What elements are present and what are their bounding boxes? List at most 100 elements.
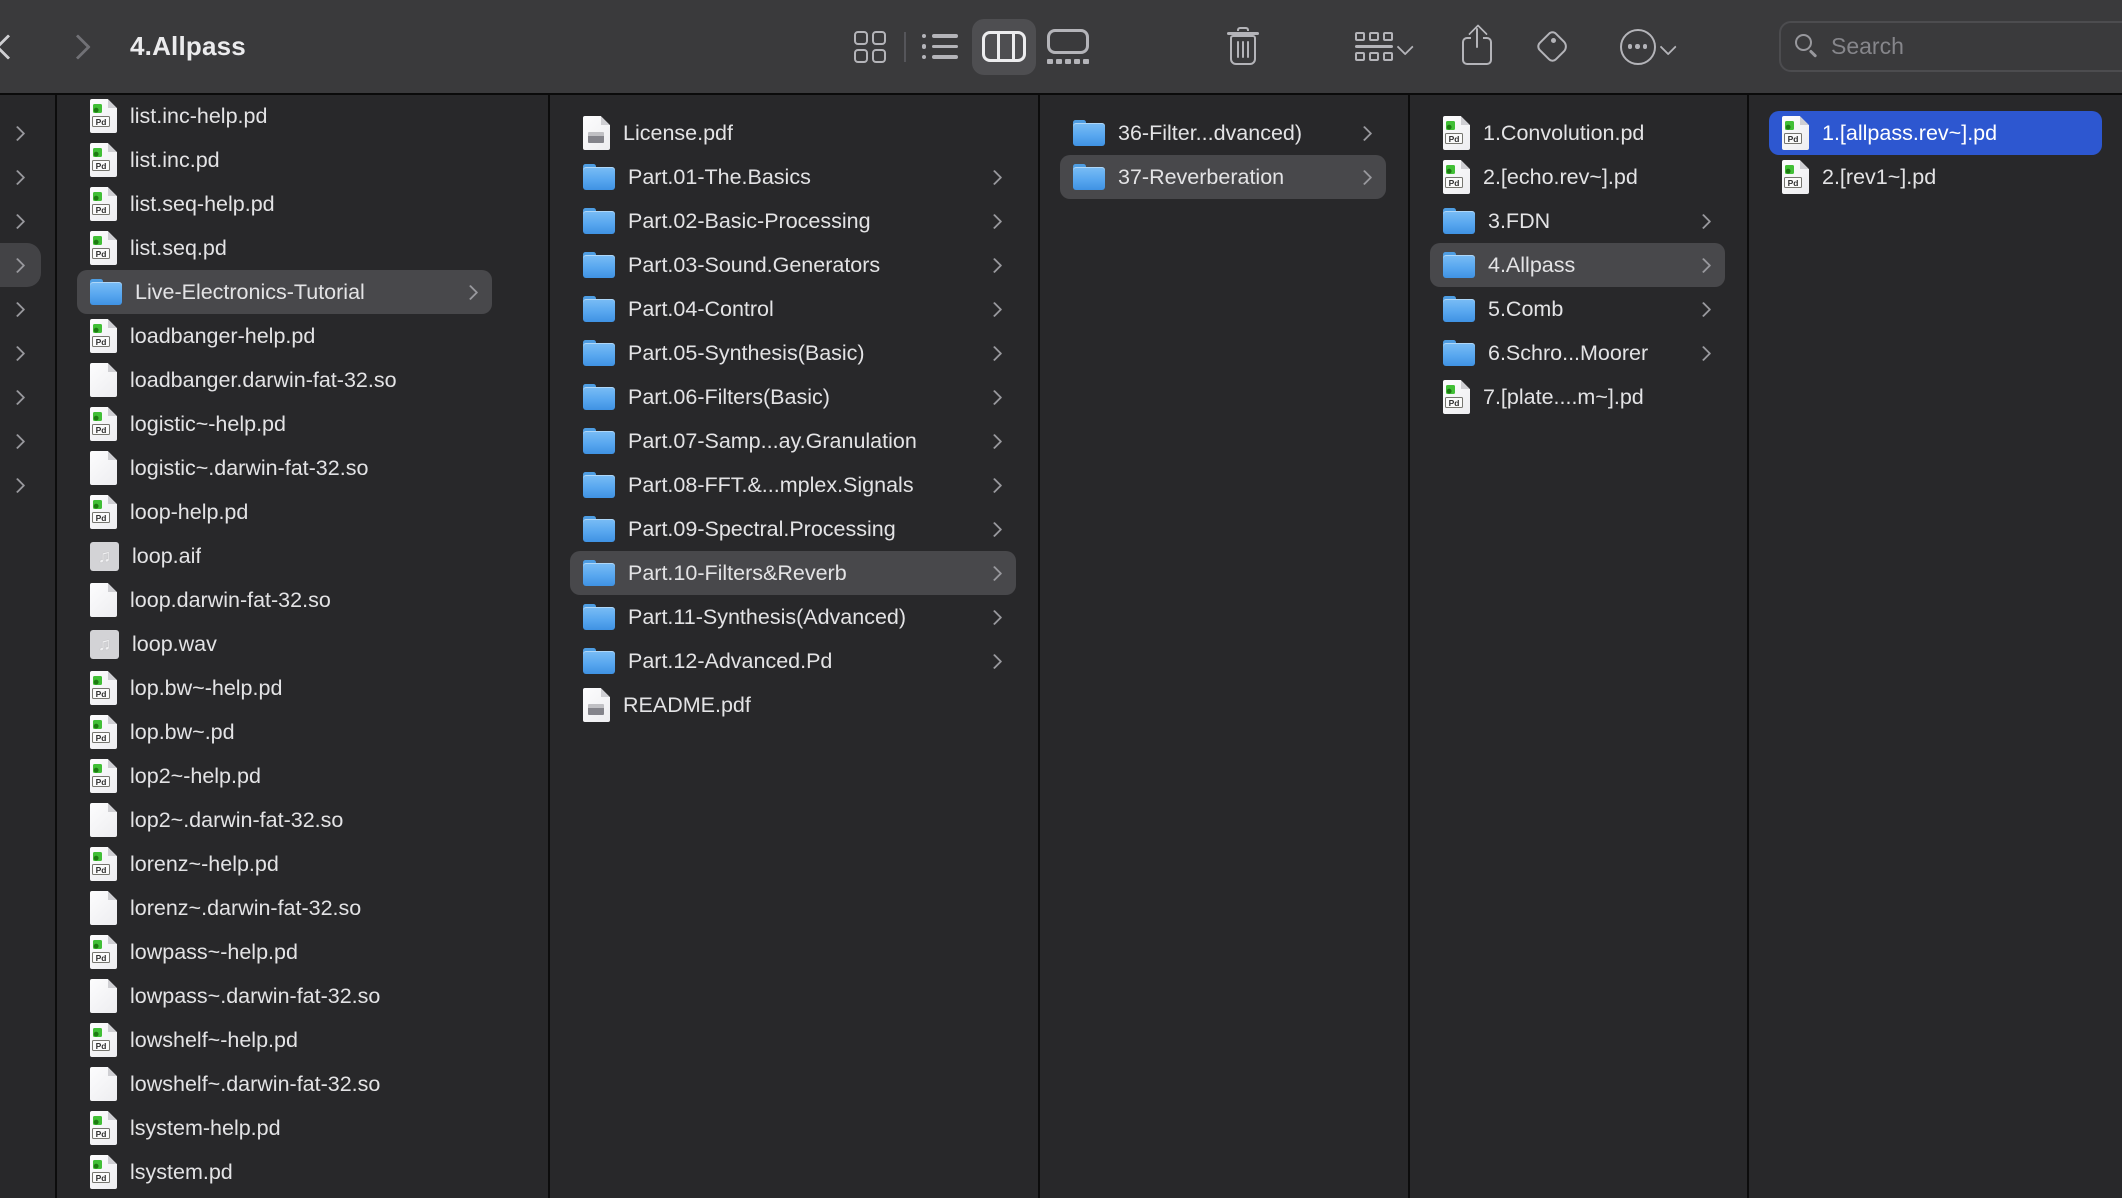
folder-icon: [583, 340, 615, 367]
parent-row[interactable]: [0, 331, 41, 375]
item-name: lop.bw~.pd: [130, 720, 235, 745]
file-row[interactable]: lowshelf~.darwin-fat-32.so: [77, 1062, 492, 1106]
folder-row[interactable]: 5.Comb: [1430, 287, 1725, 331]
folder-row[interactable]: 36-Filter...dvanced): [1060, 111, 1386, 155]
file-row[interactable]: Pdloop-help.pd: [77, 490, 492, 534]
folder-row[interactable]: 4.Allpass: [1430, 243, 1725, 287]
folder-icon: [1443, 340, 1475, 367]
file-row[interactable]: ♫loop.aif: [77, 534, 492, 578]
folder-row[interactable]: 37-Reverberation: [1060, 155, 1386, 199]
icon-view-button[interactable]: [838, 19, 902, 75]
file-row[interactable]: loop.darwin-fat-32.so: [77, 578, 492, 622]
chevron-right-icon: [10, 477, 26, 493]
file-row[interactable]: Pdlop.bw~.pd: [77, 710, 492, 754]
search-field[interactable]: [1779, 21, 2122, 72]
column-resize-divider[interactable]: [1747, 95, 1749, 1198]
delete-button[interactable]: [1214, 0, 1272, 93]
parent-row[interactable]: [0, 155, 41, 199]
item-name: lowpass~-help.pd: [130, 940, 298, 965]
folder-row[interactable]: Part.11-Synthesis(Advanced): [570, 595, 1016, 639]
file-row[interactable]: License.pdf: [570, 111, 1016, 155]
folder-icon: [1073, 120, 1105, 147]
gallery-view-button[interactable]: [1036, 19, 1100, 75]
chevron-right-icon: [1696, 345, 1712, 361]
item-name: loop-help.pd: [130, 500, 248, 525]
forward-button[interactable]: [56, 0, 100, 93]
item-name: loop.wav: [132, 632, 217, 657]
file-row[interactable]: Pdlsystem.pd: [77, 1150, 492, 1194]
file-row[interactable]: lop2~.darwin-fat-32.so: [77, 798, 492, 842]
column-view-button[interactable]: [972, 19, 1036, 75]
file-row[interactable]: Pd2.[rev1~].pd: [1769, 155, 2102, 199]
parent-row[interactable]: [0, 243, 41, 287]
folder-row[interactable]: Part.01-The.Basics: [570, 155, 1016, 199]
folder-row[interactable]: Part.02-Basic-Processing: [570, 199, 1016, 243]
file-row[interactable]: Pdlorenz~-help.pd: [77, 842, 492, 886]
item-name: lop.bw~-help.pd: [130, 676, 282, 701]
parent-row[interactable]: [0, 375, 41, 419]
group-button[interactable]: [1334, 0, 1434, 93]
chevron-right-icon: [987, 433, 1003, 449]
file-row[interactable]: Pdlogistic~-help.pd: [77, 402, 492, 446]
grid-view-icon: [854, 31, 886, 63]
file-row[interactable]: Pdlop2~-help.pd: [77, 754, 492, 798]
chevron-right-icon: [463, 284, 479, 300]
folder-row[interactable]: Part.05-Synthesis(Basic): [570, 331, 1016, 375]
folder-row[interactable]: 6.Schro...Moorer: [1430, 331, 1725, 375]
search-input[interactable]: [1829, 32, 2122, 61]
parent-row[interactable]: [0, 463, 41, 507]
file-row[interactable]: Pd1.[allpass.rev~].pd: [1769, 111, 2102, 155]
folder-row[interactable]: Part.08-FFT.&...mplex.Signals: [570, 463, 1016, 507]
column-resize-divider[interactable]: [1038, 95, 1040, 1198]
item-name: Part.06-Filters(Basic): [628, 385, 830, 410]
audio-file-icon: ♫: [90, 630, 119, 659]
file-row[interactable]: loadbanger.darwin-fat-32.so: [77, 358, 492, 402]
document-icon: [90, 891, 117, 925]
file-row[interactable]: Pdlop.bw~-help.pd: [77, 666, 492, 710]
folder-icon: [1443, 252, 1475, 279]
item-name: loop.darwin-fat-32.so: [130, 588, 331, 613]
file-row[interactable]: Pdlowshelf~-help.pd: [77, 1018, 492, 1062]
tag-button[interactable]: [1523, 0, 1583, 93]
file-row[interactable]: Pdlsystem-help.pd: [77, 1106, 492, 1150]
list-view-button[interactable]: [908, 19, 972, 75]
chevron-right-icon: [1696, 213, 1712, 229]
folder-row[interactable]: Part.03-Sound.Generators: [570, 243, 1016, 287]
back-button[interactable]: [0, 0, 30, 93]
file-row[interactable]: Pdloadbanger-help.pd: [77, 314, 492, 358]
parent-row[interactable]: [0, 287, 41, 331]
chevron-right-icon: [10, 345, 26, 361]
chevron-right-icon: [1696, 301, 1712, 317]
file-row[interactable]: lorenz~.darwin-fat-32.so: [77, 886, 492, 930]
folder-row[interactable]: Part.09-Spectral.Processing: [570, 507, 1016, 551]
file-row[interactable]: Pdlist.seq.pd: [77, 226, 492, 270]
more-actions-button[interactable]: [1598, 0, 1698, 93]
file-row[interactable]: Pdlist.inc-help.pd: [77, 94, 492, 138]
file-row[interactable]: lowpass~.darwin-fat-32.so: [77, 974, 492, 1018]
file-row[interactable]: Pdlist.inc.pd: [77, 138, 492, 182]
folder-row[interactable]: Part.06-Filters(Basic): [570, 375, 1016, 419]
file-row[interactable]: logistic~.darwin-fat-32.so: [77, 446, 492, 490]
folder-row[interactable]: Part.10-Filters&Reverb: [570, 551, 1016, 595]
file-row[interactable]: Pd1.Convolution.pd: [1430, 111, 1725, 155]
share-button[interactable]: [1448, 0, 1506, 93]
file-row[interactable]: Pd7.[plate....m~].pd: [1430, 375, 1725, 419]
file-row[interactable]: ♫ loop.wav: [77, 622, 492, 666]
file-row[interactable]: README.pdf: [570, 683, 1016, 727]
pd-file-icon: Pd: [1443, 116, 1470, 150]
folder-row[interactable]: Live-Electronics-Tutorial: [77, 270, 492, 314]
item-name: lowshelf~-help.pd: [130, 1028, 298, 1053]
file-row[interactable]: Pdlowpass~-help.pd: [77, 930, 492, 974]
folder-row[interactable]: 3.FDN: [1430, 199, 1725, 243]
item-name: list.inc-help.pd: [130, 104, 267, 129]
parent-row[interactable]: [0, 111, 41, 155]
parent-row[interactable]: [0, 419, 41, 463]
folder-row[interactable]: Part.07-Samp...ay.Granulation: [570, 419, 1016, 463]
folder-row[interactable]: Part.04-Control: [570, 287, 1016, 331]
file-row[interactable]: Pd2.[echo.rev~].pd: [1430, 155, 1725, 199]
parent-column-strip: [0, 111, 55, 507]
folder-row[interactable]: Part.12-Advanced.Pd: [570, 639, 1016, 683]
parent-row[interactable]: [0, 199, 41, 243]
file-row[interactable]: Pdlist.seq-help.pd: [77, 182, 492, 226]
pdf-file-icon: [583, 116, 610, 150]
